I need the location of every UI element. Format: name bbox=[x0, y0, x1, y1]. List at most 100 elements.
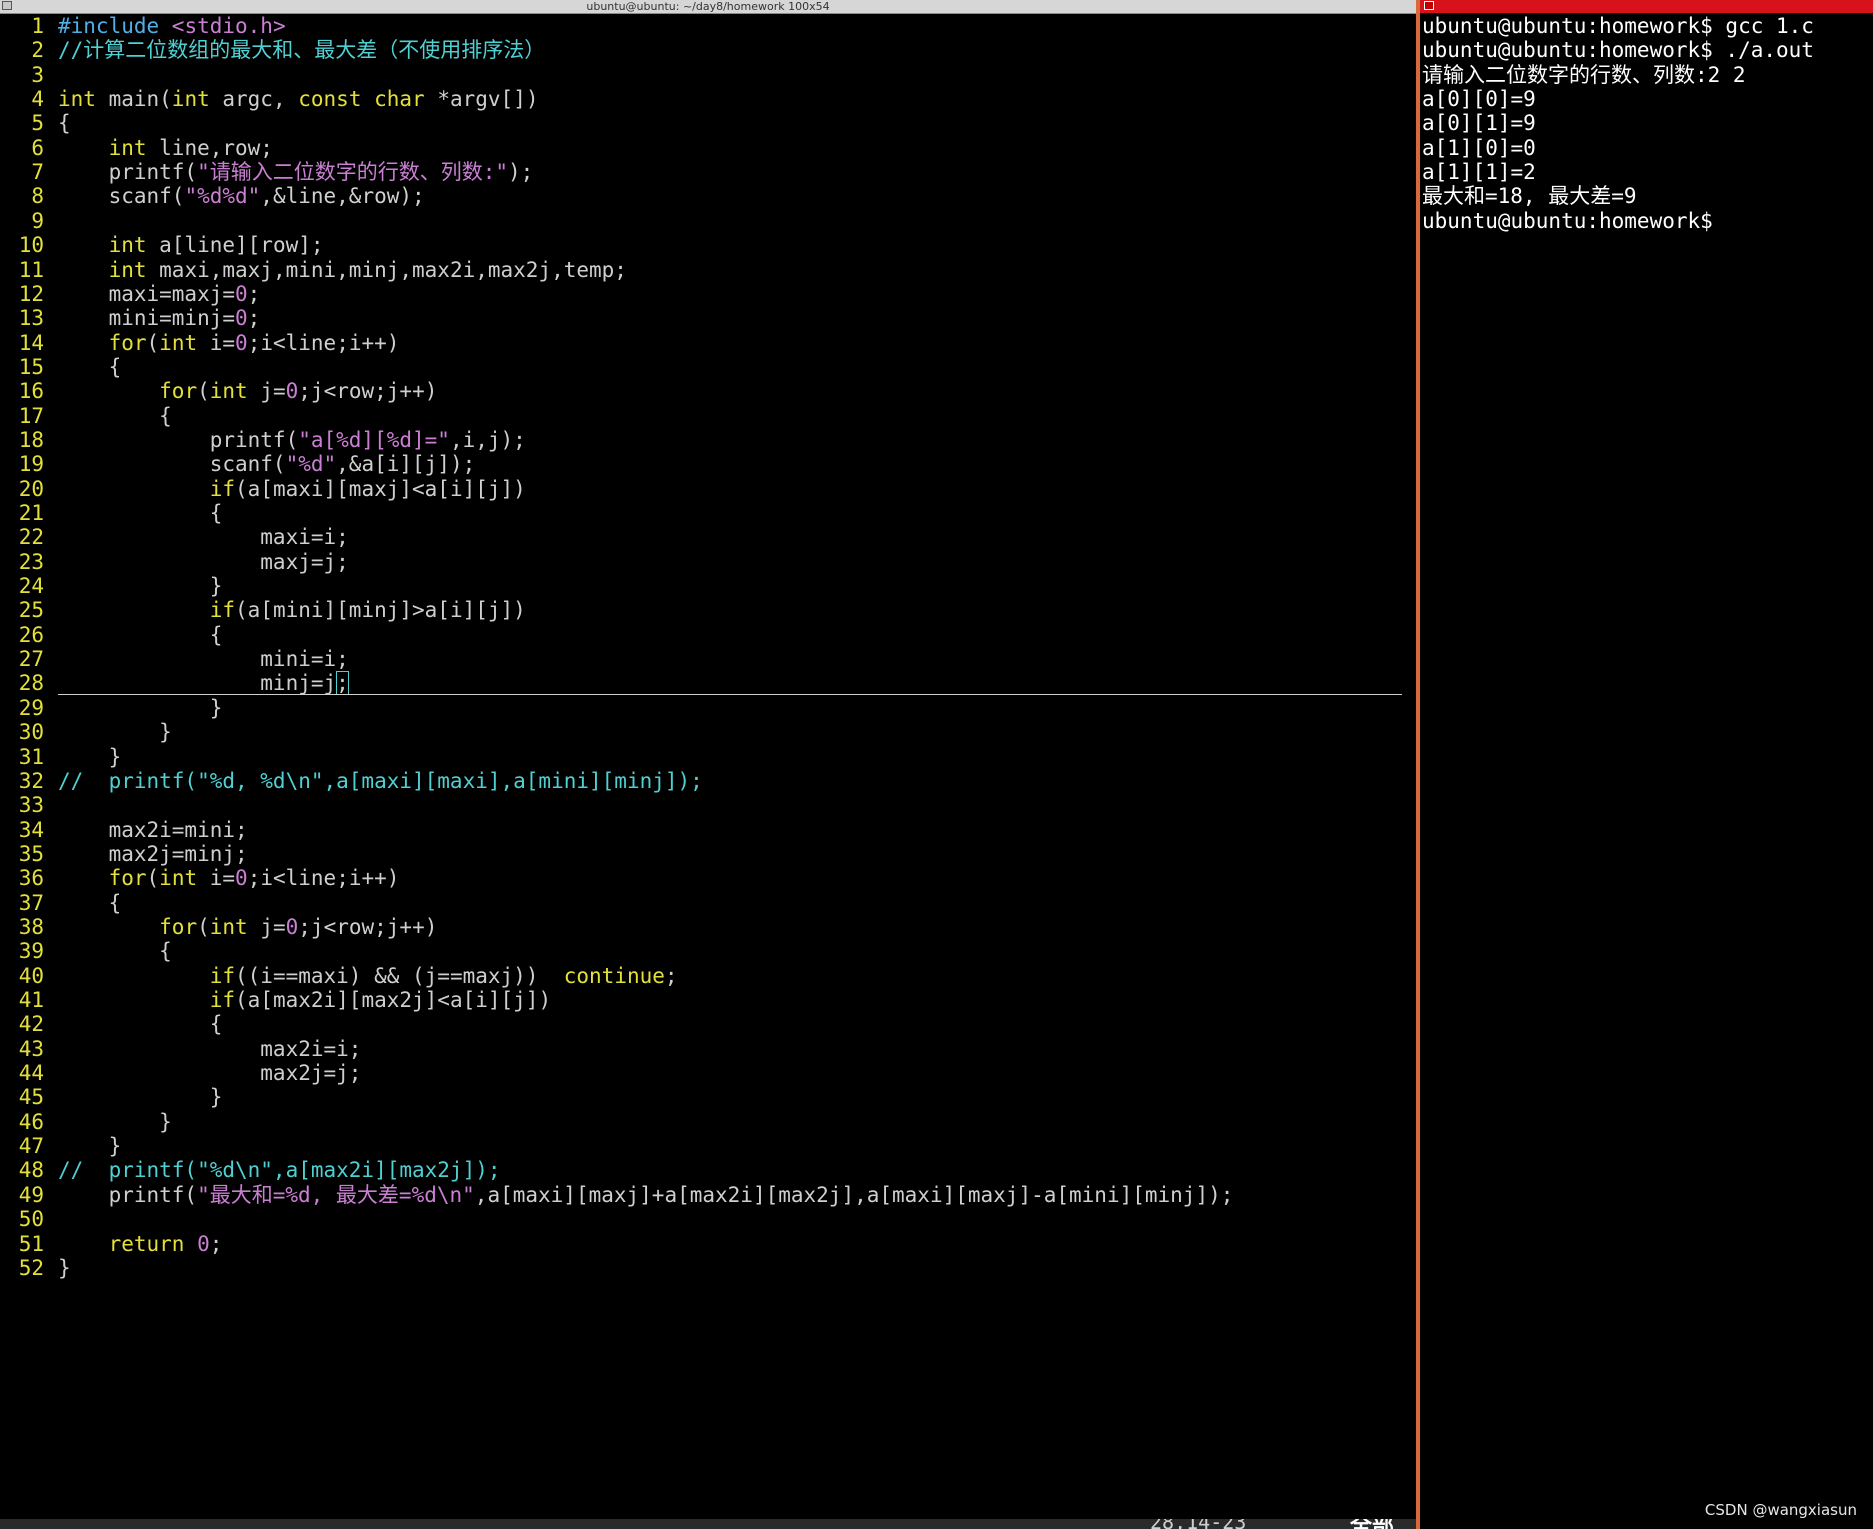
code-line[interactable]: 19 scanf("%d",&a[i][j]); bbox=[0, 452, 476, 477]
code-line[interactable]: 28 minj=j; bbox=[0, 671, 349, 696]
code-line[interactable]: 29 } bbox=[0, 695, 223, 720]
code-line[interactable]: 32 // printf("%d, %d\n",a[maxi][maxi],a[m… bbox=[0, 769, 703, 793]
line-number: 48 bbox=[18, 1158, 44, 1183]
code-line[interactable]: 6 int line,row; bbox=[0, 136, 273, 160]
code-token: ( bbox=[146, 330, 160, 355]
code-line[interactable]: 41 if(a[max2i][max2j]<a[i][j]) bbox=[0, 988, 551, 1012]
vim-editor[interactable]: 1 #include <stdio.h> 2 //计算二位数组的最大和、最大差（不使用… bbox=[0, 14, 1416, 1519]
code-line[interactable]: 10 int a[line][row]; bbox=[0, 233, 324, 257]
code-token: maxi,maxj,mini,minj,max2i,max2j,temp; bbox=[146, 257, 627, 282]
code-line[interactable]: 34 max2i=mini; bbox=[0, 818, 248, 842]
code-line[interactable]: 15 { bbox=[0, 355, 122, 379]
code-line[interactable]: 21 { bbox=[0, 501, 223, 525]
code-token: 0 bbox=[235, 330, 248, 355]
code-token: printf( bbox=[58, 1182, 198, 1207]
terminal-line: a[0][0]=9 bbox=[1422, 87, 1536, 112]
code-token: maxi=i; bbox=[58, 525, 349, 550]
code-token: int bbox=[108, 257, 147, 282]
line-number: 47 bbox=[18, 1134, 44, 1159]
code-line[interactable]: 49 printf("最大和=%d, 最大差=%d\n",a[maxi][max… bbox=[0, 1182, 1234, 1207]
code-token: 0 bbox=[285, 379, 299, 404]
code-token: ;j<row;j++) bbox=[298, 914, 438, 939]
window-menu-icon[interactable] bbox=[2, 1, 12, 10]
code-token: ( bbox=[197, 914, 210, 939]
code-token: for bbox=[159, 914, 198, 939]
line-number: 40 bbox=[18, 963, 44, 988]
code-line[interactable]: 4 int main(int argc, const char *argv[]) bbox=[0, 87, 539, 112]
code-line[interactable]: 5{ bbox=[0, 111, 70, 135]
editor-window-titlebar[interactable]: ubuntu@ubuntu: ~/day8/homework 100x54 bbox=[0, 0, 1416, 14]
code-token: (a[maxi][maxj]<a[i][j]) bbox=[235, 476, 526, 501]
code-line[interactable]: 48 // printf("%d\n",a[max2i][max2j]); bbox=[0, 1158, 501, 1182]
code-line[interactable]: 13 mini=minj=0; bbox=[0, 306, 261, 330]
code-line[interactable]: 39 { bbox=[0, 939, 172, 963]
code-line[interactable]: 23 maxj=j; bbox=[0, 550, 349, 574]
code-line[interactable]: 31 } bbox=[0, 745, 122, 769]
pane-divider[interactable] bbox=[1416, 0, 1420, 1529]
code-line[interactable]: 35 max2j=minj; bbox=[0, 842, 248, 866]
code-line[interactable]: 17 { bbox=[0, 404, 172, 428]
code-token: { bbox=[58, 939, 172, 964]
code-line[interactable]: 42 { bbox=[0, 1012, 223, 1036]
code-line[interactable]: 43 max2i=i; bbox=[0, 1037, 362, 1061]
code-token: } bbox=[58, 1085, 223, 1110]
code-line[interactable]: 16 for(int j=0;j<row;j++) bbox=[0, 379, 438, 404]
code-line[interactable]: 50 bbox=[0, 1207, 58, 1231]
scroll-percent: 全部 bbox=[1350, 1519, 1394, 1529]
terminal-window-titlebar[interactable] bbox=[1420, 0, 1873, 13]
code-token: *argv[]) bbox=[424, 87, 539, 112]
code-token: max2j=j; bbox=[58, 1061, 362, 1086]
code-line[interactable]: 45 } bbox=[0, 1085, 223, 1110]
code-token: int bbox=[159, 866, 198, 891]
terminal-output[interactable]: ubuntu@ubuntu:homework$ gcc 1.c ubuntu@ub… bbox=[1422, 14, 1873, 1529]
code-line[interactable]: 52} bbox=[0, 1256, 71, 1280]
code-line[interactable]: 14 for(int i=0;i<line;i++) bbox=[0, 330, 400, 355]
code-line[interactable]: 47 } bbox=[0, 1134, 122, 1159]
code-line[interactable]: 46 } bbox=[0, 1110, 172, 1134]
code-line[interactable]: 18 printf("a[%d][%d]=",i,j); bbox=[0, 428, 526, 452]
code-token: j= bbox=[247, 914, 286, 939]
code-line[interactable]: 26 { bbox=[0, 623, 223, 647]
code-line[interactable]: 20 if(a[maxi][maxj]<a[i][j]) bbox=[0, 477, 526, 501]
code-line[interactable]: 9 bbox=[0, 209, 58, 233]
code-token: ,i,j); bbox=[449, 427, 526, 452]
code-line[interactable]: 2 //计算二位数组的最大和、最大差（不使用排序法） bbox=[0, 38, 545, 62]
code-line[interactable]: 51 return 0; bbox=[0, 1232, 223, 1256]
code-token: int bbox=[58, 87, 96, 112]
code-line[interactable]: 3 bbox=[0, 63, 58, 87]
code-line[interactable]: 37 { bbox=[0, 891, 122, 915]
code-token: maxi=maxj= bbox=[58, 281, 236, 306]
code-line[interactable]: 36 for(int i=0;i<line;i++) bbox=[0, 866, 400, 891]
code-token: ;i<line;i++) bbox=[247, 330, 400, 355]
code-line[interactable]: 33 bbox=[0, 793, 58, 817]
code-line[interactable]: 25 if(a[mini][minj]>a[i][j]) bbox=[0, 598, 526, 622]
code-token: if bbox=[209, 963, 236, 988]
line-number: 38 bbox=[18, 914, 44, 939]
line-number: 34 bbox=[18, 817, 44, 842]
code-line[interactable]: 24 } bbox=[0, 574, 223, 598]
code-line[interactable]: 12 maxi=maxj=0; bbox=[0, 281, 261, 306]
window-menu-icon[interactable] bbox=[1424, 1, 1434, 10]
line-number: 4 bbox=[31, 87, 44, 112]
line-number: 2 bbox=[31, 38, 44, 63]
code-token: scanf( bbox=[58, 452, 286, 477]
code-token: max2i=mini; bbox=[58, 817, 248, 842]
code-line[interactable]: 7 printf("请输入二位数字的行数、列数:"); bbox=[0, 160, 533, 184]
code-line[interactable]: 11 int maxi,maxj,mini,minj,max2i,max2j,t… bbox=[0, 258, 627, 282]
code-token: } bbox=[58, 695, 223, 720]
code-token: line,row; bbox=[146, 135, 273, 160]
code-line[interactable]: 8 scanf("%d%d",&line,&row); bbox=[0, 184, 424, 208]
code-line[interactable]: 27 mini=i; bbox=[0, 647, 349, 671]
code-token: } bbox=[58, 1134, 122, 1159]
code-line[interactable]: 40 if((i==maxi) && (j==maxj)) continue; bbox=[0, 964, 678, 988]
cursor-position: 28,14-23 bbox=[1150, 1519, 1246, 1529]
code-line[interactable]: 30 } bbox=[0, 720, 172, 744]
code-line[interactable]: 38 for(int j=0;j<row;j++) bbox=[0, 914, 438, 939]
code-line[interactable]: 22 maxi=i; bbox=[0, 525, 349, 549]
code-line[interactable]: 1 #include <stdio.h> bbox=[0, 14, 285, 38]
code-line[interactable]: 44 max2j=j; bbox=[0, 1061, 362, 1086]
code-token: for bbox=[108, 330, 147, 355]
code-token: for bbox=[108, 866, 147, 891]
